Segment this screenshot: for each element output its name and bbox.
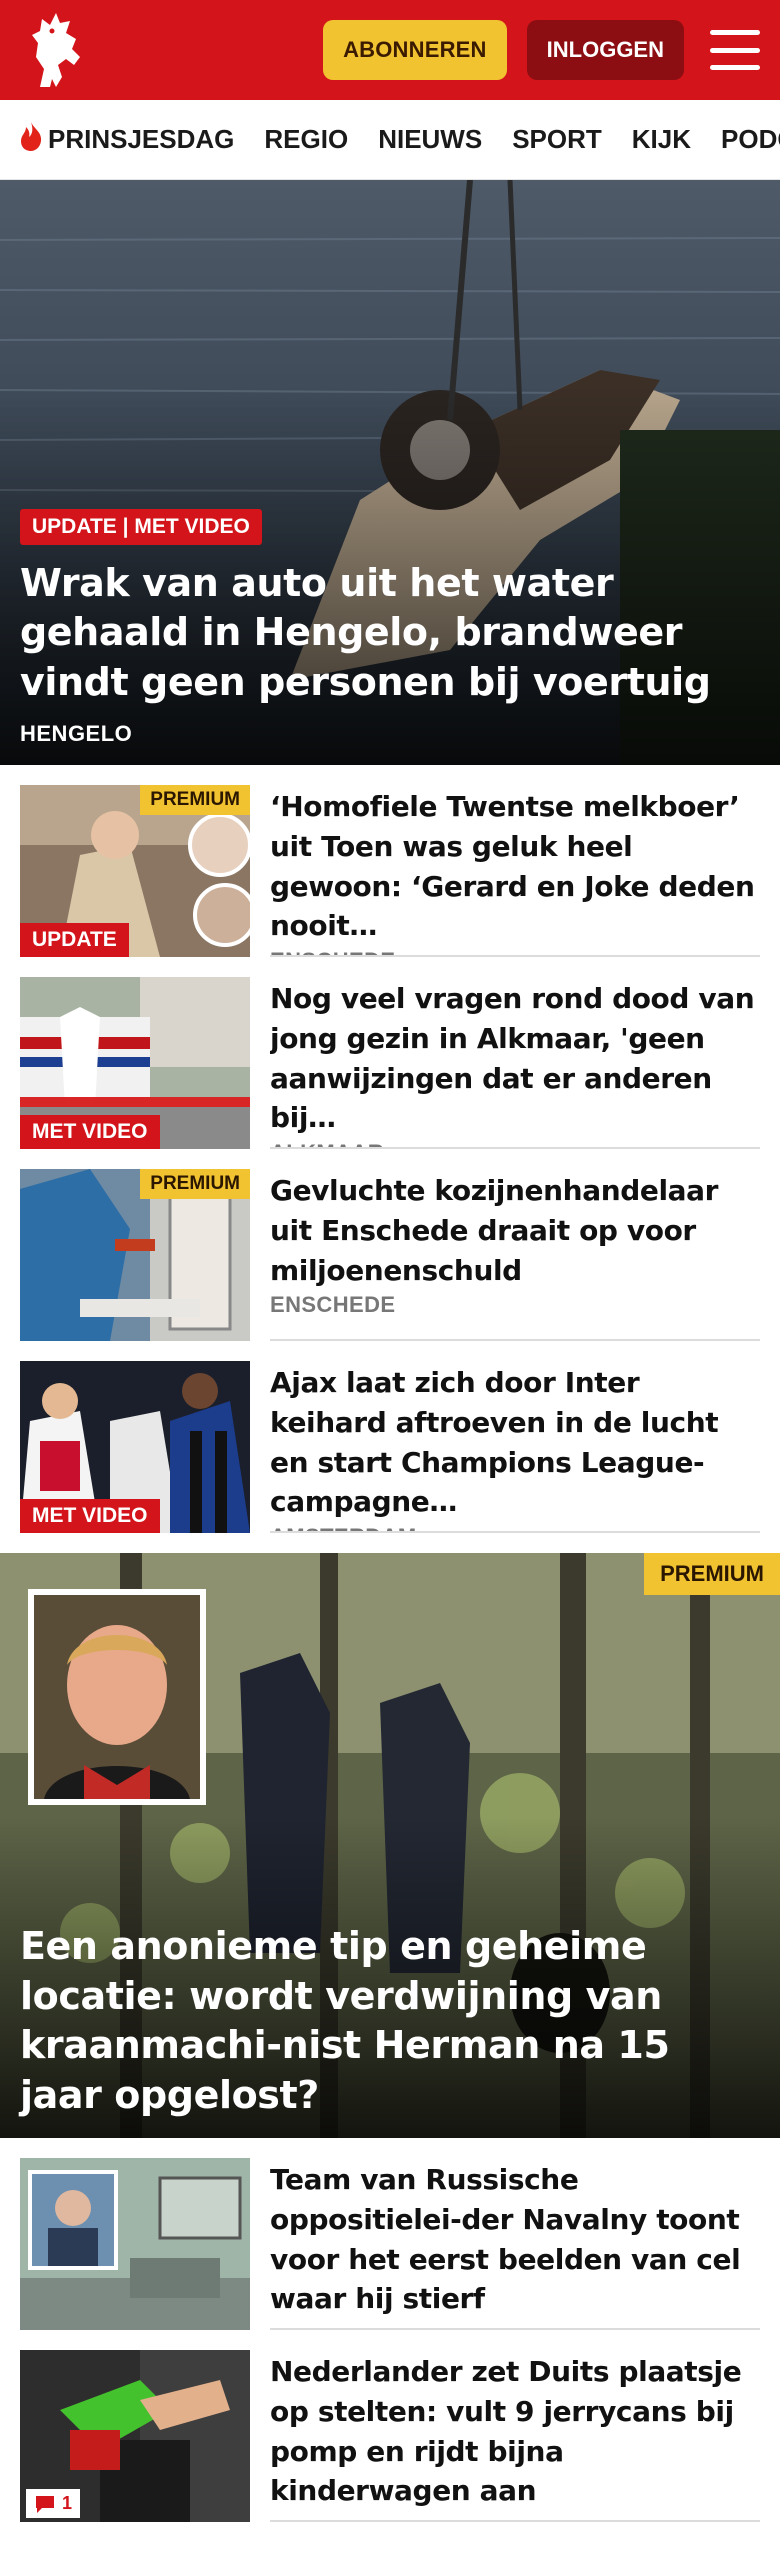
article-headline[interactable]: Nederlander zet Duits plaatsje op stelte… (270, 2352, 760, 2511)
comment-count-badge[interactable]: 1 (26, 2489, 81, 2518)
video-badge: MET VIDEO (20, 1115, 160, 1149)
hero-text: UPDATE | MET VIDEO Wrak van auto uit het… (20, 508, 760, 747)
article-headline[interactable]: Gevluchte kozijnenhandelaar uit Enschede… (270, 1171, 760, 1290)
article-list: Team van Russische oppositielei-der Nava… (0, 2138, 780, 2522)
portrait-photo (28, 1589, 206, 1805)
update-video-label: UPDATE | MET VIDEO (20, 508, 262, 545)
article-location: ENSCHEDE (270, 1292, 396, 1318)
article-thumbnail: 1 (20, 2350, 250, 2522)
nav-item-nieuws[interactable]: NIEUWS (378, 124, 482, 155)
premium-badge: PREMIUM (644, 1553, 780, 1595)
comment-icon (36, 2495, 54, 2513)
nav-item-sport[interactable]: SPORT (512, 124, 602, 155)
article-headline[interactable]: Nog veel vragen rond dood van jong gezin… (270, 979, 760, 1138)
article-list: PREMIUM UPDATE ‘Homofiele Twentse melkbo… (0, 765, 780, 1533)
article-body: Gevluchte kozijnenhandelaar uit Enschede… (270, 1169, 760, 1341)
article-location: AMSTERDAM (270, 1524, 760, 1531)
feature-article[interactable]: PREMIUM Een anonieme tip en geheime loca… (0, 1553, 780, 2138)
list-item[interactable]: 1 Nederlander zet Duits plaatsje op stel… (0, 2330, 780, 2522)
article-body: Team van Russische oppositielei-der Nava… (270, 2158, 760, 2330)
comment-count: 1 (62, 2493, 73, 2513)
article-headline[interactable]: ‘Homofiele Twentse melkboer’ uit Toen wa… (270, 787, 760, 946)
article-body: Ajax laat zich door Inter keihard aftroe… (270, 1361, 760, 1533)
article-thumbnail: PREMIUM UPDATE (20, 785, 250, 957)
article-thumbnail: MET VIDEO (20, 1361, 250, 1533)
article-thumbnail: PREMIUM (20, 1169, 250, 1341)
flame-icon (18, 120, 44, 159)
subscribe-button[interactable]: ABONNEREN (323, 20, 507, 80)
twente-horse-logo-icon[interactable] (20, 8, 90, 92)
article-headline[interactable]: Ajax laat zich door Inter keihard aftroe… (270, 1363, 760, 1522)
login-button[interactable]: INLOGGEN (526, 20, 684, 80)
article-location: ALKMAAR (270, 1140, 760, 1147)
site-header: ABONNEREN INLOGGEN (0, 0, 780, 100)
hero-headline[interactable]: Wrak van auto uit het water gehaald in H… (20, 559, 760, 707)
article-thumbnail: MET VIDEO (20, 977, 250, 1149)
video-badge: MET VIDEO (20, 1499, 160, 1533)
section-nav: PRINSJESDAG REGIO NIEUWS SPORT KIJK PODC… (0, 100, 780, 180)
article-body: ‘Homofiele Twentse melkboer’ uit Toen wa… (270, 785, 760, 957)
list-item[interactable]: MET VIDEO Ajax laat zich door Inter keih… (0, 1341, 780, 1533)
feature-headline[interactable]: Een anonieme tip en geheime locatie: wor… (20, 1922, 760, 2120)
menu-icon[interactable] (710, 30, 760, 70)
list-item[interactable]: PREMIUM Gevluchte kozijnenhandelaar uit … (0, 1149, 780, 1341)
nav-item-prinsjesdag[interactable]: PRINSJESDAG (18, 120, 234, 159)
article-body: Nog veel vragen rond dood van jong gezin… (270, 977, 760, 1149)
nav-item-kijk[interactable]: KIJK (632, 124, 691, 155)
list-item[interactable]: PREMIUM UPDATE ‘Homofiele Twentse melkbo… (0, 765, 780, 957)
hero-article[interactable]: UPDATE | MET VIDEO Wrak van auto uit het… (0, 180, 780, 765)
nav-item-regio[interactable]: REGIO (264, 124, 348, 155)
article-thumbnail (20, 2158, 250, 2330)
article-body: Nederlander zet Duits plaatsje op stelte… (270, 2350, 760, 2522)
premium-badge: PREMIUM (140, 1169, 250, 1199)
article-location: ENSCHEDE (270, 948, 760, 955)
update-badge: UPDATE (20, 923, 129, 957)
nav-item-label: PRINSJESDAG (48, 124, 235, 154)
article-headline[interactable]: Team van Russische oppositielei-der Nava… (270, 2160, 760, 2319)
hero-location: HENGELO (20, 721, 133, 746)
list-item[interactable]: Team van Russische oppositielei-der Nava… (0, 2138, 780, 2330)
list-item[interactable]: MET VIDEO Nog veel vragen rond dood van … (0, 957, 780, 1149)
nav-item-podcast[interactable]: PODCAST (721, 124, 780, 155)
premium-badge: PREMIUM (140, 785, 250, 815)
